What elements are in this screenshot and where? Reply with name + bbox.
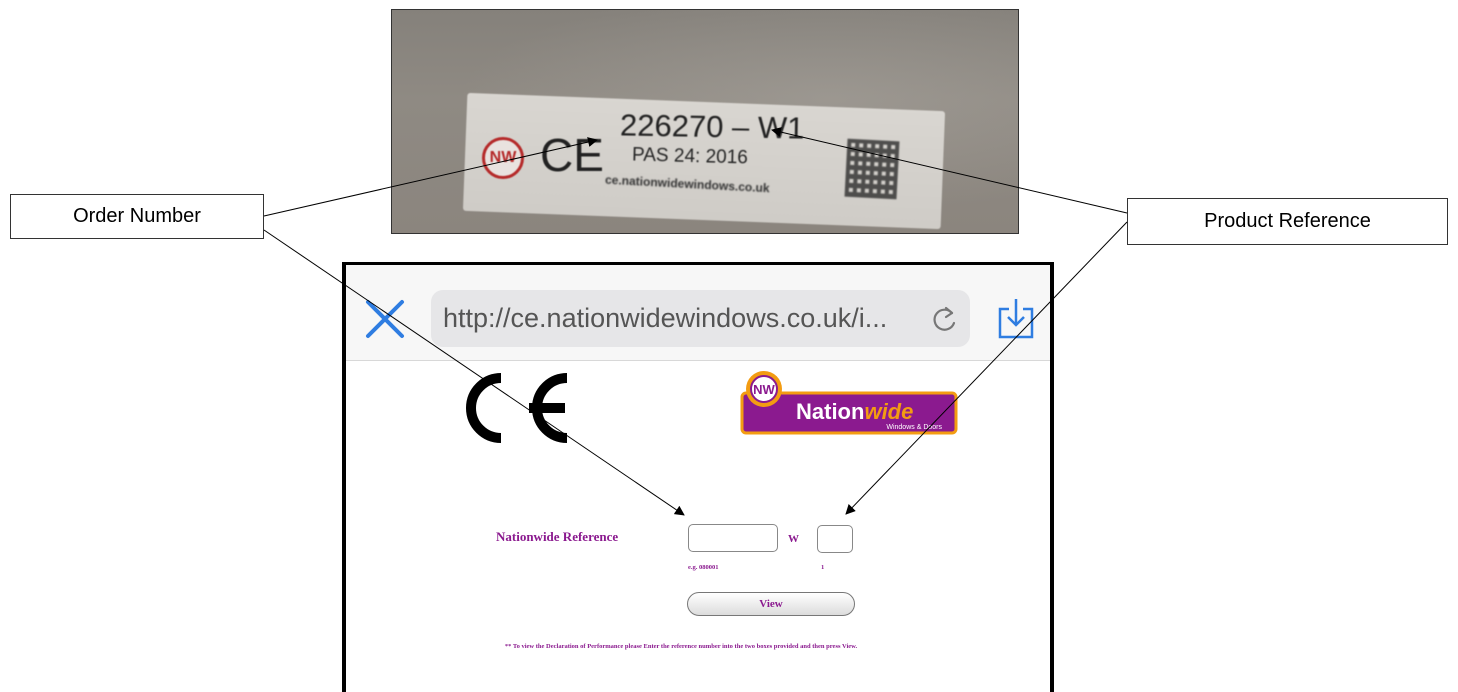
photo-ce-mark: CE bbox=[540, 129, 604, 181]
nw-logo-name: Nation bbox=[796, 399, 864, 424]
nationwide-logo: NW Nationwide Windows & Doors bbox=[740, 371, 958, 435]
nw-logo-tagline: Windows & Doors bbox=[886, 424, 942, 431]
callout-order-number: Order Number bbox=[10, 194, 264, 239]
qr-code-icon bbox=[844, 138, 900, 200]
order-number-input[interactable] bbox=[688, 524, 778, 552]
close-icon[interactable] bbox=[364, 298, 406, 340]
nw-logo-badge: NW bbox=[753, 382, 775, 397]
callout-product-reference: Product Reference bbox=[1127, 198, 1448, 245]
product-reference-hint: 1 bbox=[821, 564, 825, 571]
address-bar-url: http://ce.nationwidewindows.co.uk/i... bbox=[443, 303, 888, 333]
nw-logo-name-italic: wide bbox=[864, 399, 913, 424]
reload-icon[interactable] bbox=[932, 304, 958, 334]
nw-round-logo: NW bbox=[482, 137, 524, 179]
callout-product-reference-text: Product Reference bbox=[1204, 210, 1371, 232]
share-icon[interactable] bbox=[996, 295, 1036, 341]
w-separator: W bbox=[788, 533, 799, 545]
svg-text:Nationwide: Nationwide bbox=[796, 399, 913, 424]
phone-browser-screenshot: http://ce.nationwidewindows.co.uk/i... N… bbox=[342, 262, 1054, 692]
product-reference-input[interactable] bbox=[817, 525, 853, 553]
instructions-text: ** To view the Declaration of Performanc… bbox=[504, 643, 858, 650]
order-number-hint: e.g. 080001 bbox=[688, 564, 719, 571]
label-photo: NW CE 226270 – W1 PAS 24: 2016 ce.nation… bbox=[391, 9, 1019, 234]
browser-toolbar: http://ce.nationwidewindows.co.uk/i... bbox=[346, 265, 1050, 361]
reference-label: Nationwide Reference bbox=[496, 529, 619, 544]
view-button[interactable]: View bbox=[687, 592, 855, 616]
ce-mark-logo bbox=[466, 373, 568, 443]
address-bar[interactable]: http://ce.nationwidewindows.co.uk/i... bbox=[431, 290, 970, 347]
callout-order-number-text: Order Number bbox=[73, 205, 201, 227]
photo-order-code: 226270 – W1 bbox=[619, 107, 805, 146]
photo-standard: PAS 24: 2016 bbox=[631, 144, 749, 169]
